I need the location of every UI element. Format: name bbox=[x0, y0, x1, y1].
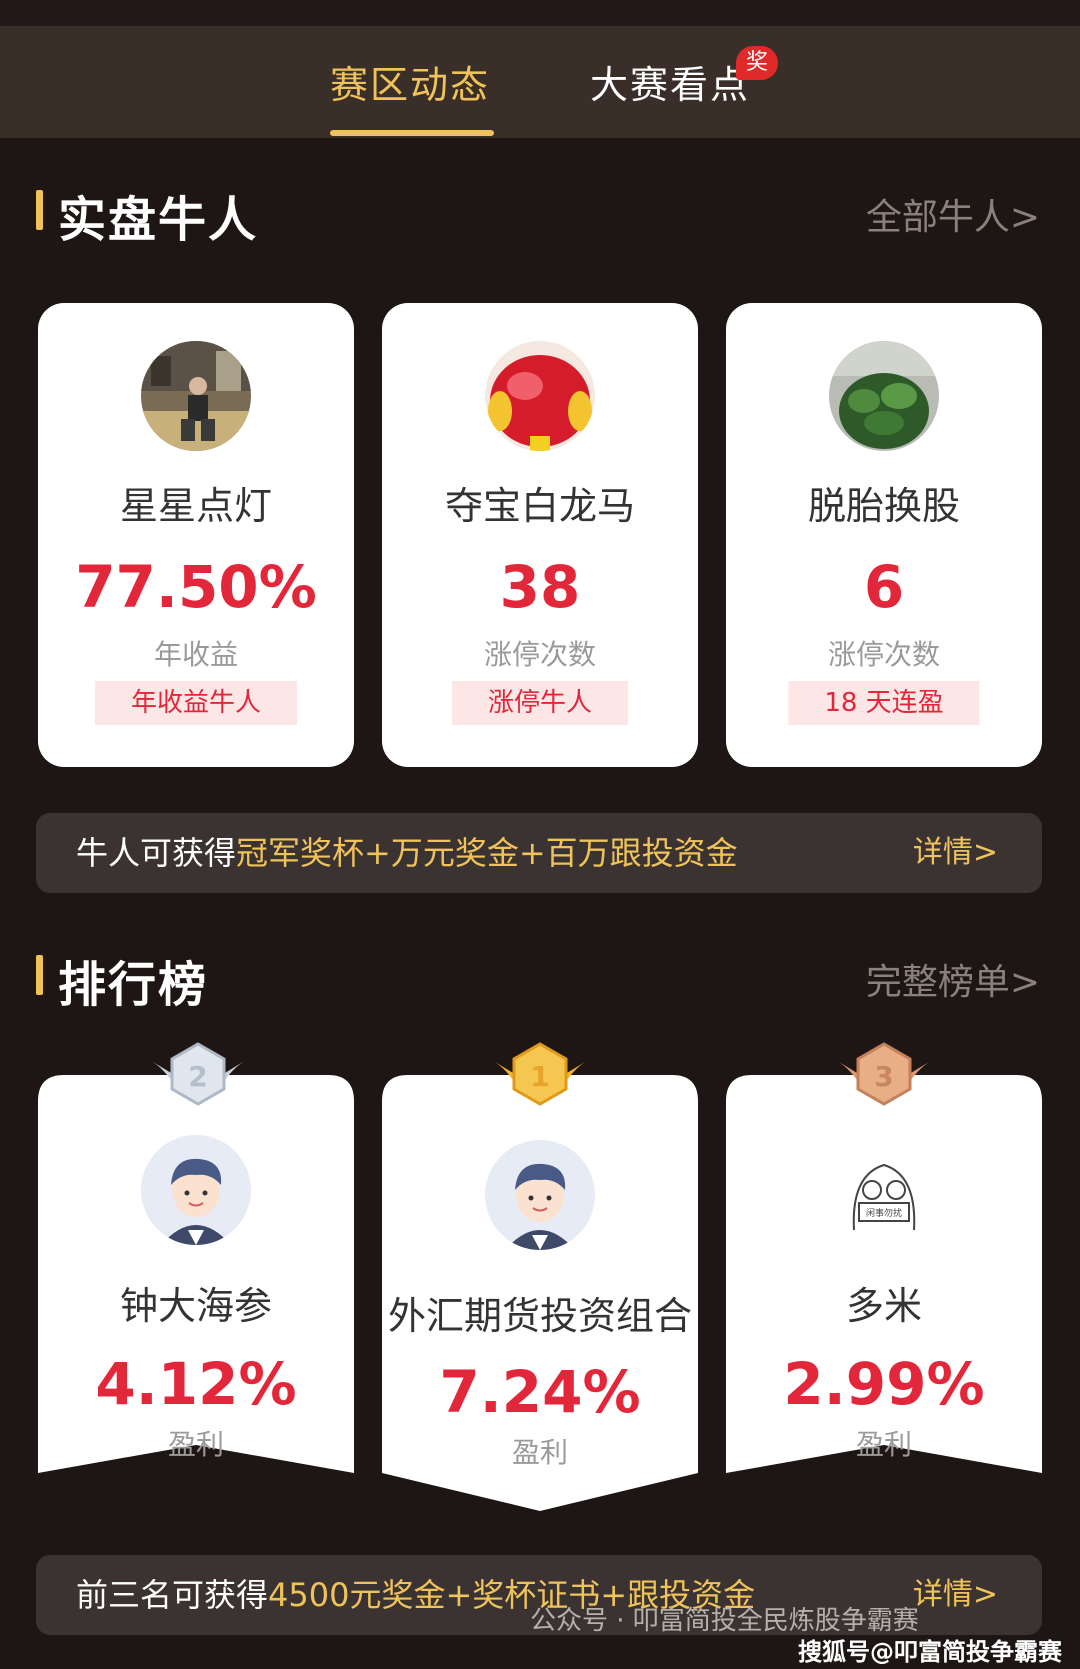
rank-card[interactable]: 外汇期货投资组合 7.24% 盈利 bbox=[382, 1075, 698, 1511]
trader-name: 星星点灯 bbox=[119, 484, 272, 528]
niuren-card[interactable]: 星星点灯 77.50% 年收益 年收益牛人 bbox=[38, 303, 354, 767]
medal-rank-number: 3 bbox=[874, 1060, 893, 1093]
profit-label: 盈利 bbox=[167, 1428, 224, 1461]
trader-profit: 7.24% bbox=[439, 1358, 641, 1426]
trader-value: 6 bbox=[863, 553, 905, 621]
section-title-ranking: 排行榜 bbox=[58, 957, 209, 1013]
value-label: 涨停次数 bbox=[483, 638, 596, 671]
avatar bbox=[141, 341, 251, 451]
svg-text:闲事勿扰: 闲事勿扰 bbox=[866, 1207, 902, 1219]
rank-card[interactable]: 钟大海参 4.12% 盈利 bbox=[38, 1075, 354, 1487]
medal-rank-number: 2 bbox=[188, 1060, 207, 1093]
niuren-card[interactable]: 脱胎换股 6 涨停次数 18 天连盈 bbox=[726, 303, 1042, 767]
profit-label: 盈利 bbox=[511, 1436, 568, 1469]
tab-bar: 赛区动态 大赛看点 奖 bbox=[0, 26, 1080, 138]
details-link[interactable]: 详情> bbox=[913, 813, 998, 893]
trader-profit: 4.12% bbox=[95, 1350, 297, 1418]
gold-medal-icon: 1 bbox=[490, 1042, 590, 1116]
avatar bbox=[485, 341, 595, 451]
avatar bbox=[485, 1140, 595, 1250]
avatar bbox=[141, 1135, 251, 1245]
profit-label: 盈利 bbox=[855, 1428, 912, 1461]
full-ranking-link[interactable]: 完整榜单> bbox=[866, 953, 1040, 1005]
prize-banner-highlight: 冠军奖杯+万元奖金+百万跟投资金 bbox=[236, 834, 738, 872]
value-label: 涨停次数 bbox=[827, 638, 940, 671]
medal-rank-number: 1 bbox=[530, 1060, 549, 1093]
section-title-niuren: 实盘牛人 bbox=[58, 192, 259, 248]
trader-tag: 涨停牛人 bbox=[451, 681, 629, 725]
trader-name: 钟大海参 bbox=[119, 1284, 272, 1328]
active-tab-indicator bbox=[330, 130, 494, 136]
tab-highlights[interactable]: 大赛看点 bbox=[590, 54, 750, 109]
details-link[interactable]: 详情> bbox=[913, 1555, 998, 1635]
trader-value: 38 bbox=[499, 553, 581, 621]
prize-banner-prefix: 牛人可获得 bbox=[76, 834, 237, 872]
all-niuren-link[interactable]: 全部牛人> bbox=[866, 188, 1040, 240]
value-label: 年收益 bbox=[153, 638, 238, 671]
prize-banner-text: 牛人可获得冠军奖杯+万元奖金+百万跟投资金 bbox=[76, 813, 738, 893]
trader-tag: 18 天连盈 bbox=[788, 681, 980, 725]
trader-name: 夺宝白龙马 bbox=[444, 484, 635, 528]
silver-medal-icon: 2 bbox=[148, 1042, 248, 1116]
trader-profit: 2.99% bbox=[783, 1350, 985, 1418]
prize-banner-prefix: 前三名可获得 bbox=[76, 1576, 269, 1614]
avatar bbox=[829, 341, 939, 451]
tab-zone-news[interactable]: 赛区动态 bbox=[330, 54, 490, 109]
trader-name: 脱胎换股 bbox=[807, 484, 960, 528]
trader-tag: 年收益牛人 bbox=[94, 681, 298, 725]
prize-banner[interactable]: 牛人可获得冠军奖杯+万元奖金+百万跟投资金 详情> bbox=[36, 813, 1042, 893]
trader-name: 外汇期货投资组合 bbox=[387, 1294, 692, 1338]
rank-card[interactable]: 闲事勿扰 多米 2.99% 盈利 bbox=[726, 1075, 1042, 1487]
niuren-card[interactable]: 夺宝白龙马 38 涨停次数 涨停牛人 bbox=[382, 303, 698, 767]
prize-badge: 奖 bbox=[736, 46, 778, 80]
trader-name: 多米 bbox=[845, 1284, 922, 1328]
watermark-sohu: 搜狐号@叩富简投争霸赛 bbox=[798, 1638, 1062, 1666]
section-accent-bar bbox=[36, 190, 43, 230]
top-strip bbox=[0, 0, 1080, 26]
bronze-medal-icon: 3 bbox=[834, 1042, 934, 1116]
trader-value: 77.50% bbox=[75, 553, 317, 621]
avatar: 闲事勿扰 bbox=[829, 1135, 939, 1245]
section-accent-bar bbox=[36, 955, 43, 995]
